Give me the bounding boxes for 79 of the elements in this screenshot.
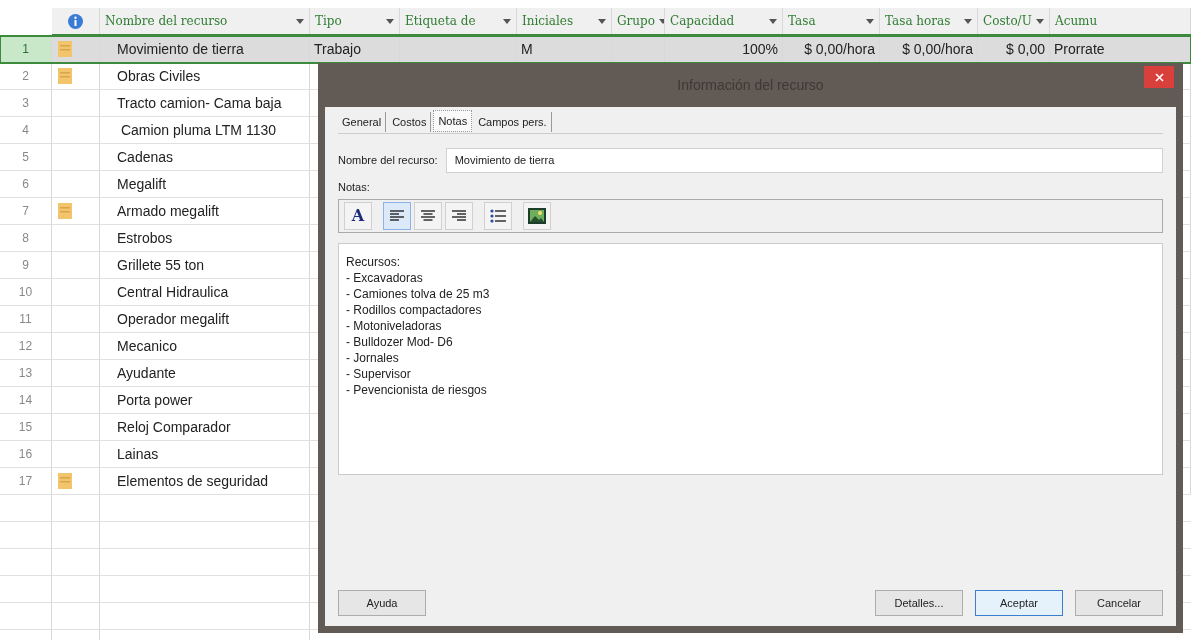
align-left-icon <box>390 209 404 222</box>
table-cell-text: Elementos de seguridad <box>117 471 268 491</box>
note-line: - Bulldozer Mod- D6 <box>346 333 453 350</box>
column-header[interactable]: Tasa horas <box>885 12 951 30</box>
table-cell-text: Operador megalift <box>117 309 230 329</box>
notes-text-area[interactable]: Recursos: - Excavadoras - Camiones tolva de 25 m3 - Rodillos compactadores - Motoniveladoras - Bulldozer Mod- D6 - Jornales - Supervisor - Pevencionista de riesgos <box>338 242 1163 475</box>
dropdown-caret-icon[interactable] <box>769 18 777 24</box>
note-line: Recursos: <box>346 253 401 270</box>
field-label: Nombre del recurso: <box>338 153 438 169</box>
bullet-list-icon <box>490 208 506 223</box>
table-cell-text: Porta power <box>117 390 193 410</box>
table-cell-text: 100% <box>742 39 778 59</box>
column-header[interactable]: Capacidad <box>670 12 735 30</box>
table-cell-text: Tracto camion- Cama baja <box>117 93 282 113</box>
table-cell-text: Prorrate <box>1054 39 1105 59</box>
table-cell-text: $ 0,00/hora <box>902 39 973 59</box>
row-number[interactable]: 1 <box>0 36 52 62</box>
tab[interactable]: Costos <box>388 112 432 132</box>
note-line: - Jornales <box>346 349 399 366</box>
column-header[interactable]: Etiqueta de <box>405 12 476 30</box>
column-header[interactable]: Iniciales <box>522 12 574 30</box>
dropdown-caret-icon[interactable] <box>296 18 304 24</box>
column-header[interactable]: Nombre del recurso <box>105 12 228 30</box>
table-cell-text: M <box>521 39 533 59</box>
dropdown-caret-icon[interactable] <box>866 18 874 24</box>
dialog-button[interactable]: Cancelar <box>1075 590 1163 616</box>
column-header[interactable]: Acumu <box>1055 12 1098 30</box>
table-cell-text: Camion pluma LTM 1130 <box>119 120 276 140</box>
picture-icon <box>528 207 546 224</box>
tab[interactable]: Notas <box>433 110 473 132</box>
image-button[interactable] <box>523 201 551 230</box>
column-header[interactable]: Grupo <box>617 12 655 30</box>
column-header[interactable]: Tipo <box>315 12 342 30</box>
align-left-button[interactable] <box>383 201 411 230</box>
table-cell-text: Mecanico <box>117 336 177 356</box>
note-line: - Camiones tolva de 25 m3 <box>346 285 490 302</box>
notes-label: Notas: <box>338 180 370 195</box>
table-cell-text: Estrobos <box>117 228 173 248</box>
dropdown-caret-icon[interactable] <box>503 18 511 24</box>
dropdown-caret-icon[interactable] <box>964 18 972 24</box>
font-button[interactable]: A <box>344 201 372 230</box>
table-cell-text: $ 0,00/hora <box>804 39 875 59</box>
align-center-button[interactable] <box>414 201 442 230</box>
table-cell-text: $ 0,00 <box>1006 39 1045 59</box>
table-cell-text: Grillete 55 ton <box>117 255 205 275</box>
table-cell-text: Cadenas <box>117 147 174 167</box>
note-line: - Pevencionista de riesgos <box>346 381 487 398</box>
dialog-button[interactable]: Ayuda <box>338 590 426 616</box>
dialog-button[interactable]: Detalles... <box>875 590 963 616</box>
align-right-button[interactable] <box>445 201 473 230</box>
table-cell-text: Reloj Comparador <box>117 417 231 437</box>
column-header[interactable]: Costo/U <box>983 12 1032 30</box>
column-header[interactable]: Tasa <box>788 12 816 30</box>
table-cell-text: Obras Civiles <box>117 66 201 86</box>
dialog-button[interactable]: Aceptar <box>975 590 1063 616</box>
tab[interactable]: Campos pers. <box>474 112 552 132</box>
table-cell-text: Movimiento de tierra <box>117 39 244 59</box>
dropdown-caret-icon[interactable] <box>598 18 606 24</box>
note-line: - Supervisor <box>346 365 411 382</box>
table-cell-text: Megalift <box>117 174 167 194</box>
bullets-button[interactable] <box>484 201 512 230</box>
resource-name-field[interactable]: Movimiento de tierra <box>445 148 1163 173</box>
dropdown-caret-icon[interactable] <box>1036 18 1044 24</box>
table-cell-text: Ayudante <box>117 363 176 383</box>
table-cell-text: Central Hidraulica <box>117 282 229 302</box>
tab[interactable]: General <box>338 112 387 132</box>
table-cell-text: Trabajo <box>314 39 361 59</box>
note-line: - Motoniveladoras <box>346 317 442 334</box>
align-center-icon <box>421 209 435 222</box>
dropdown-caret-icon[interactable] <box>658 18 664 24</box>
close-icon <box>1154 72 1164 82</box>
dropdown-caret-icon[interactable] <box>386 18 394 24</box>
align-right-icon <box>452 209 466 222</box>
table-cell-text: Lainas <box>117 444 159 464</box>
note-line: - Excavadoras <box>346 269 423 286</box>
close-button[interactable] <box>1144 66 1174 88</box>
note-line: - Rodillos compactadores <box>346 301 482 318</box>
table-cell-text: Armado megalift <box>117 201 219 221</box>
info-icon <box>68 13 83 29</box>
